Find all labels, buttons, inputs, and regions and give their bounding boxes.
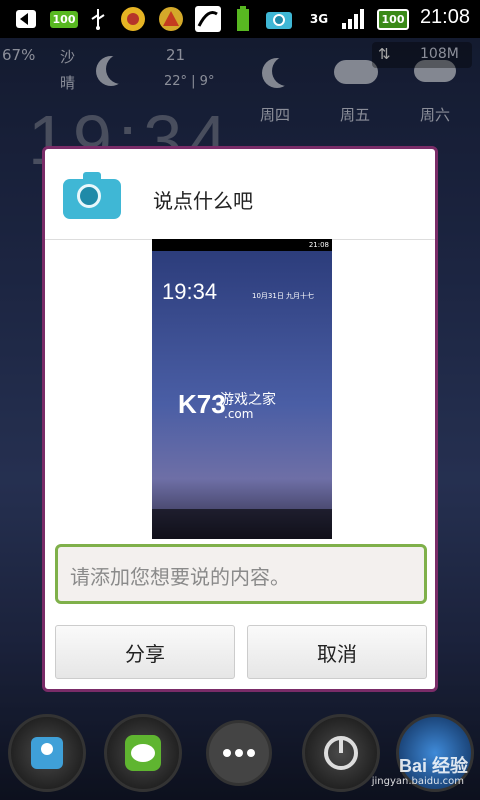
warning-app-icon bbox=[156, 5, 186, 33]
cancel-button[interactable]: 取消 bbox=[247, 625, 427, 679]
battery-badge-icon: 100 bbox=[49, 5, 79, 33]
thumb-clock: 19:34 bbox=[162, 279, 218, 304]
status-time: 21:08 bbox=[419, 6, 470, 28]
baidu-watermark: Bai 经验 bbox=[398, 756, 468, 776]
thumb-status-bar: 21:08 bbox=[152, 239, 332, 251]
app-notification-icon bbox=[118, 5, 148, 33]
power-icon[interactable] bbox=[302, 714, 380, 792]
battery-icon: 100 bbox=[374, 5, 412, 33]
status-bar: 100 3G 100 21:08 bbox=[0, 0, 480, 38]
pea-app-icon bbox=[194, 5, 222, 33]
dialog-title: 说点什么吧 bbox=[153, 189, 253, 213]
camera-notification-icon bbox=[264, 5, 294, 33]
app-drawer-icon[interactable] bbox=[206, 720, 272, 786]
signal-icon bbox=[338, 5, 368, 33]
message-input[interactable]: 请添加您想要说的内容。 bbox=[55, 544, 427, 604]
battery-charging-icon bbox=[232, 5, 254, 33]
camera-icon bbox=[63, 172, 121, 219]
wechat-app-icon[interactable] bbox=[104, 714, 182, 792]
phone-app-icon[interactable] bbox=[8, 714, 86, 792]
thumb-watermark-logo: K73 bbox=[178, 389, 226, 419]
share-button[interactable]: 分享 bbox=[55, 625, 235, 679]
thumb-date: 10月31日 九月十七 bbox=[252, 292, 315, 300]
usb-icon bbox=[86, 5, 110, 33]
thumb-dock bbox=[152, 509, 332, 539]
dialog-header: 说点什么吧 bbox=[45, 149, 435, 240]
thumb-watermark-com: .com bbox=[224, 407, 254, 421]
thumb-watermark-cn: 游戏之家 bbox=[220, 392, 276, 408]
screenshot-thumbnail: 21:08 19:34 10月31日 九月十七 K73 游戏之家 .com bbox=[152, 239, 332, 539]
baidu-watermark-url: jingyan.baidu.com bbox=[371, 776, 464, 787]
network-type: 3G bbox=[309, 12, 329, 26]
back-notification-icon[interactable] bbox=[12, 5, 40, 33]
share-dialog: 说点什么吧 21:08 19:34 10月31日 九月十七 K73 游戏之家 .… bbox=[42, 146, 438, 692]
